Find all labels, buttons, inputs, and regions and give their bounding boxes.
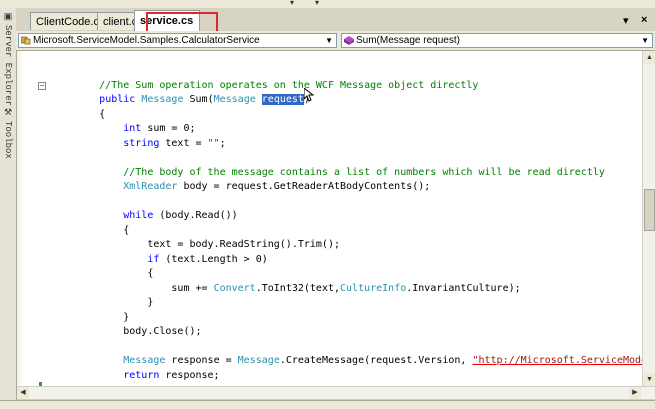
type-combo[interactable]: Microsoft.ServiceModel.Samples.Calculato… [18,33,337,48]
code-line[interactable]: body.Close(); [51,325,201,339]
member-combo-value: Sum(Message request) [356,35,460,46]
toolbar-arrow-icon[interactable]: ▾ [315,0,319,7]
horizontal-scrollbar[interactable]: ◀ ▶ [17,386,655,399]
code-line[interactable]: { [51,267,153,281]
scroll-right-icon[interactable]: ▶ [629,387,641,399]
toolbox-panel-tab[interactable]: ⚒ Toolbox [1,108,15,159]
collapse-toggle[interactable]: − [38,82,46,90]
code-line[interactable]: XmlReader body = request.GetReaderAtBody… [51,180,430,194]
navigation-bar: Microsoft.ServiceModel.Samples.Calculato… [16,31,655,51]
mouse-cursor-icon [303,86,315,105]
code-line[interactable]: { [51,224,129,238]
tab-clientcode[interactable]: ClientCode.cs [30,12,100,30]
code-line[interactable]: //The body of the message contains a lis… [51,166,605,180]
code-line[interactable]: } [51,296,153,310]
vertical-scrollbar[interactable]: ▲ ▼ [642,51,655,386]
scroll-thumb[interactable] [644,189,655,231]
code-line[interactable]: text = body.ReadString().Trim(); [51,238,340,252]
type-combo-value: Microsoft.ServiceModel.Samples.Calculato… [33,35,260,46]
code-line[interactable]: int sum = 0; [51,122,195,136]
scroll-down-icon[interactable]: ▼ [643,373,655,386]
code-line[interactable]: //The Sum operation operates on the WCF … [51,79,478,93]
server-explorer-icon: ▣ [3,12,13,22]
code-line[interactable]: Message response = Message.CreateMessage… [51,354,642,368]
chevron-down-icon: ▼ [325,36,333,45]
scroll-up-icon[interactable]: ▲ [643,51,655,64]
code-line[interactable]: } [51,311,129,325]
class-icon [20,36,31,45]
document-tab-strip: ClientCode.cs client.cs service.cs ▾ × [16,8,655,37]
code-line[interactable]: while (body.Read()) [51,209,237,223]
code-line[interactable]: public Message Sum(Message request) [51,93,310,107]
chevron-down-icon: ▼ [641,36,649,45]
tab-list-dropdown-icon[interactable]: ▾ [623,14,629,27]
close-icon[interactable]: × [641,14,647,26]
toolbar-arrow-icon[interactable]: ▾ [290,0,294,7]
selected-text: request [261,94,304,105]
toolbox-label: Toolbox [3,121,13,159]
left-dock-bar: ▣ Server Explorer ⚒ Toolbox [0,8,17,400]
code-editor[interactable]: //The Sum operation operates on the WCF … [17,51,642,398]
code-line[interactable]: return response; [51,369,219,383]
method-icon [344,35,354,45]
scroll-left-icon[interactable]: ◀ [17,387,29,399]
server-explorer-label: Server Explorer [3,25,13,107]
editor-margin [17,51,21,398]
toolbox-icon: ⚒ [3,108,13,118]
code-line[interactable]: { [51,108,105,122]
code-line[interactable]: if (text.Length > 0) [51,253,267,267]
tab-label: ClientCode.cs [36,16,100,28]
server-explorer-panel-tab[interactable]: ▣ Server Explorer [1,12,15,106]
code-line[interactable]: sum += Convert.ToInt32(text,CultureInfo.… [51,282,520,296]
member-combo[interactable]: Sum(Message request) ▼ [341,33,653,48]
code-line[interactable]: string text = ""; [51,137,225,151]
